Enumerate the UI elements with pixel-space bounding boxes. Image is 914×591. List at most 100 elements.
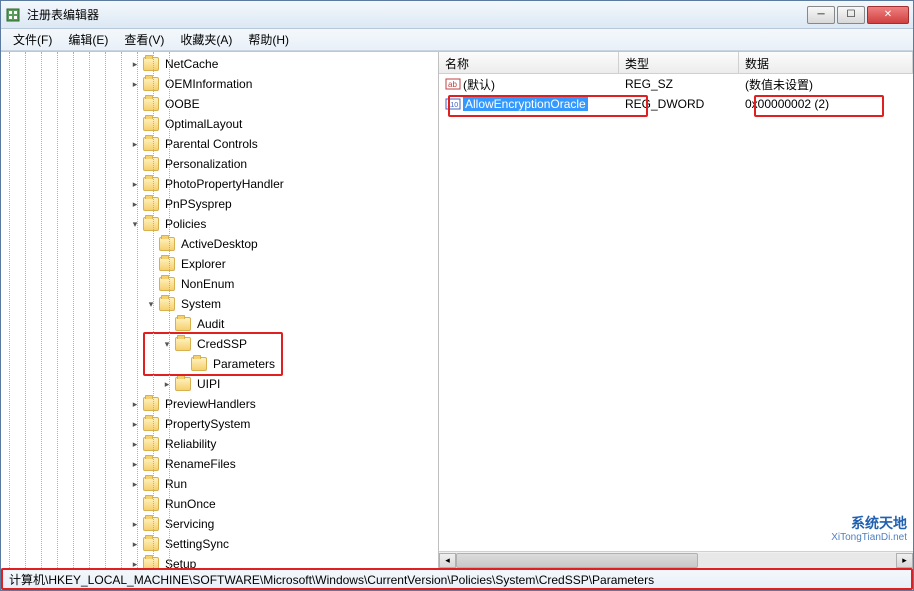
tree-item-uipi[interactable]: ▸ UIPI (1, 374, 438, 394)
folder-icon (143, 117, 159, 131)
tree-label: Explorer (179, 257, 228, 271)
tree-label: Parameters (211, 357, 277, 371)
tree-label: UIPI (195, 377, 222, 391)
expand-icon[interactable]: ▸ (129, 138, 141, 150)
expand-icon[interactable]: ▸ (129, 398, 141, 410)
tree-guide (25, 52, 26, 568)
collapse-icon[interactable]: ▾ (145, 298, 157, 310)
expand-icon[interactable]: ▸ (129, 558, 141, 568)
menu-view[interactable]: 查看(V) (116, 29, 172, 50)
tree-item-explorer[interactable]: Explorer (1, 254, 438, 274)
status-path: 计算机\HKEY_LOCAL_MACHINE\SOFTWARE\Microsof… (9, 571, 654, 588)
watermark-brand: 系统天地 (851, 515, 907, 531)
menu-favorites[interactable]: 收藏夹(A) (172, 29, 240, 50)
col-header-name[interactable]: 名称 (439, 52, 619, 73)
tree-item-runonce[interactable]: RunOnce (1, 494, 438, 514)
svg-text:110: 110 (447, 102, 458, 109)
value-data: (数值未设置) (739, 74, 913, 95)
expand-icon[interactable]: ▸ (129, 538, 141, 550)
tree-guide (9, 52, 10, 568)
folder-icon (159, 297, 175, 311)
folder-icon (143, 97, 159, 111)
expand-icon[interactable]: ▸ (129, 78, 141, 90)
tree-item-propertysystem[interactable]: ▸ PropertySystem (1, 414, 438, 434)
folder-icon (143, 57, 159, 71)
tree-label: PhotoPropertyHandler (163, 177, 286, 191)
titlebar[interactable]: 注册表编辑器 ─ ☐ ✕ (1, 1, 913, 29)
tree-item-parameters[interactable]: Parameters (1, 354, 438, 374)
list-row[interactable]: 110AllowEncryptionOracleREG_DWORD0x00000… (439, 94, 913, 114)
scroll-left-button[interactable]: ◂ (439, 553, 456, 568)
tree-item-previewhandlers[interactable]: ▸PreviewHandlers (1, 394, 438, 414)
list-row[interactable]: ab(默认)REG_SZ(数值未设置) (439, 74, 913, 94)
col-header-data[interactable]: 数据 (739, 52, 913, 73)
expand-icon[interactable]: ▸ (129, 478, 141, 490)
tree-item-oobe[interactable]: OOBE (1, 94, 438, 114)
minimize-button[interactable]: ─ (807, 6, 835, 24)
folder-icon (175, 317, 191, 331)
menu-help[interactable]: 帮助(H) (240, 29, 297, 50)
tree-item-oeminformation[interactable]: ▸OEMInformation (1, 74, 438, 94)
folder-icon (159, 237, 175, 251)
tree-pane[interactable]: ▸ NetCache ▸OEMInformationOOBE OptimalLayou… (1, 52, 439, 568)
menu-edit[interactable]: 编辑(E) (60, 29, 116, 50)
folder-icon (143, 477, 159, 491)
expand-icon[interactable]: ▸ (129, 178, 141, 190)
tree-label: OptimalLayout (163, 117, 244, 131)
tree-guide (57, 52, 58, 568)
window-title: 注册表编辑器 (27, 6, 807, 23)
collapse-icon[interactable]: ▾ (129, 218, 141, 230)
folder-icon (143, 217, 159, 231)
collapse-icon[interactable]: ▾ (161, 338, 173, 350)
scroll-right-button[interactable]: ▸ (896, 553, 913, 568)
tree-label: PropertySystem (163, 417, 252, 431)
folder-icon (143, 77, 159, 91)
tree-item-run[interactable]: ▸Run (1, 474, 438, 494)
list-hscrollbar[interactable]: ◂ ▸ (439, 551, 913, 568)
list-body[interactable]: ab(默认)REG_SZ(数值未设置)110AllowEncryptionOra… (439, 74, 913, 551)
tree-item-credssp[interactable]: ▾ CredSSP (1, 334, 438, 354)
scroll-track[interactable] (456, 553, 896, 568)
tree-item-servicing[interactable]: ▸Servicing (1, 514, 438, 534)
tree-item-personalization[interactable]: Personalization (1, 154, 438, 174)
close-button[interactable]: ✕ (867, 6, 909, 24)
menu-file[interactable]: 文件(F) (5, 29, 60, 50)
scroll-thumb[interactable] (456, 553, 698, 568)
tree-item-settingsync[interactable]: ▸SettingSync (1, 534, 438, 554)
tree-item-system[interactable]: ▾System (1, 294, 438, 314)
folder-icon (143, 197, 159, 211)
tree-item-audit[interactable]: Audit (1, 314, 438, 334)
value-type: REG_SZ (619, 75, 739, 93)
watermark: 系统天地 XiTongTianDi.net (831, 517, 907, 544)
tree-item-nonenum[interactable]: NonEnum (1, 274, 438, 294)
tree-item-pnpsysprep[interactable]: ▸PnPSysprep (1, 194, 438, 214)
registry-editor-window: 注册表编辑器 ─ ☐ ✕ 文件(F) 编辑(E) 查看(V) 收藏夹(A) 帮助… (0, 0, 914, 591)
folder-icon (143, 537, 159, 551)
expand-icon[interactable]: ▸ (129, 198, 141, 210)
expand-icon[interactable]: ▸ (129, 418, 141, 430)
tree-item-setup[interactable]: ▸Setup (1, 554, 438, 568)
expand-icon[interactable]: ▸ (129, 518, 141, 530)
tree-item-photopropertyhandler[interactable]: ▸ PhotoPropertyHandler (1, 174, 438, 194)
folder-icon (143, 417, 159, 431)
maximize-button[interactable]: ☐ (837, 6, 865, 24)
tree-label: NetCache (163, 57, 220, 71)
tree-label: RenameFiles (163, 457, 238, 471)
expand-icon[interactable]: ▸ (129, 458, 141, 470)
col-header-type[interactable]: 类型 (619, 52, 739, 73)
folder-icon (143, 157, 159, 171)
tree-item-policies[interactable]: ▾Policies (1, 214, 438, 234)
tree-item-optimallayout[interactable]: OptimalLayout (1, 114, 438, 134)
expand-icon[interactable]: ▸ (129, 58, 141, 70)
expand-icon[interactable]: ▸ (129, 438, 141, 450)
tree-item-activedesktop[interactable]: ActiveDesktop (1, 234, 438, 254)
expand-icon[interactable]: ▸ (161, 378, 173, 390)
tree-item-parental-controls[interactable]: ▸Parental Controls (1, 134, 438, 154)
tree-item-renamefiles[interactable]: ▸ RenameFiles (1, 454, 438, 474)
folder-icon (175, 377, 191, 391)
tree-label: CredSSP (195, 337, 249, 351)
tree-item-reliability[interactable]: ▸Reliability (1, 434, 438, 454)
folder-icon (143, 437, 159, 451)
svg-text:ab: ab (448, 80, 457, 89)
tree-item-netcache[interactable]: ▸ NetCache (1, 54, 438, 74)
